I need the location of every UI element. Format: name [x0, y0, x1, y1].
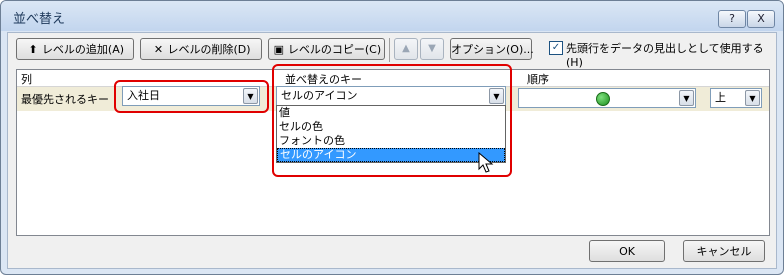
- copy-icon: ▣: [273, 43, 285, 56]
- sort-on-highlight-box: [272, 64, 512, 177]
- title-bar: 並べ替え ? X: [1, 1, 783, 31]
- add-level-button[interactable]: ⬆ レベルの追加(A): [16, 38, 134, 60]
- move-down-button[interactable]: ▼: [420, 38, 444, 60]
- dialog-title: 並べ替え: [13, 12, 66, 27]
- order-header: 順序: [527, 73, 549, 86]
- delete-level-label: レベルの削除(D): [167, 43, 251, 56]
- close-button[interactable]: X: [747, 10, 775, 28]
- ok-button[interactable]: OK: [589, 240, 665, 262]
- order-position-value: 上: [715, 91, 726, 104]
- move-up-button[interactable]: ▲: [394, 38, 418, 60]
- chevron-down-icon[interactable]: ▼: [745, 90, 760, 106]
- header-checkbox[interactable]: ✓: [549, 41, 563, 55]
- copy-level-button[interactable]: ▣ レベルのコピー(C): [268, 38, 385, 60]
- add-level-icon: ⬆: [28, 43, 38, 56]
- cancel-button[interactable]: キャンセル: [683, 240, 765, 262]
- order-position-select[interactable]: 上 ▼: [710, 88, 762, 108]
- mouse-cursor-icon: [478, 152, 494, 173]
- copy-level-label: レベルのコピー(C): [287, 43, 382, 56]
- options-button[interactable]: オプション(O)...: [450, 38, 534, 60]
- chevron-down-icon[interactable]: ▼: [679, 90, 694, 106]
- sort-key-label: 最優先されるキー: [21, 93, 109, 106]
- header-checkbox-label: 先頭行をデータの見出しとして使用する(H): [566, 42, 764, 69]
- help-button[interactable]: ?: [718, 10, 746, 28]
- green-circle-icon: [596, 92, 610, 106]
- column-header: 列: [21, 73, 32, 86]
- toolbar-separator: [389, 38, 390, 62]
- add-level-label: レベルの追加(A): [41, 43, 125, 56]
- delete-icon: ✕: [153, 43, 164, 56]
- column-highlight-box: [114, 80, 269, 113]
- delete-level-button[interactable]: ✕ レベルの削除(D): [140, 38, 262, 60]
